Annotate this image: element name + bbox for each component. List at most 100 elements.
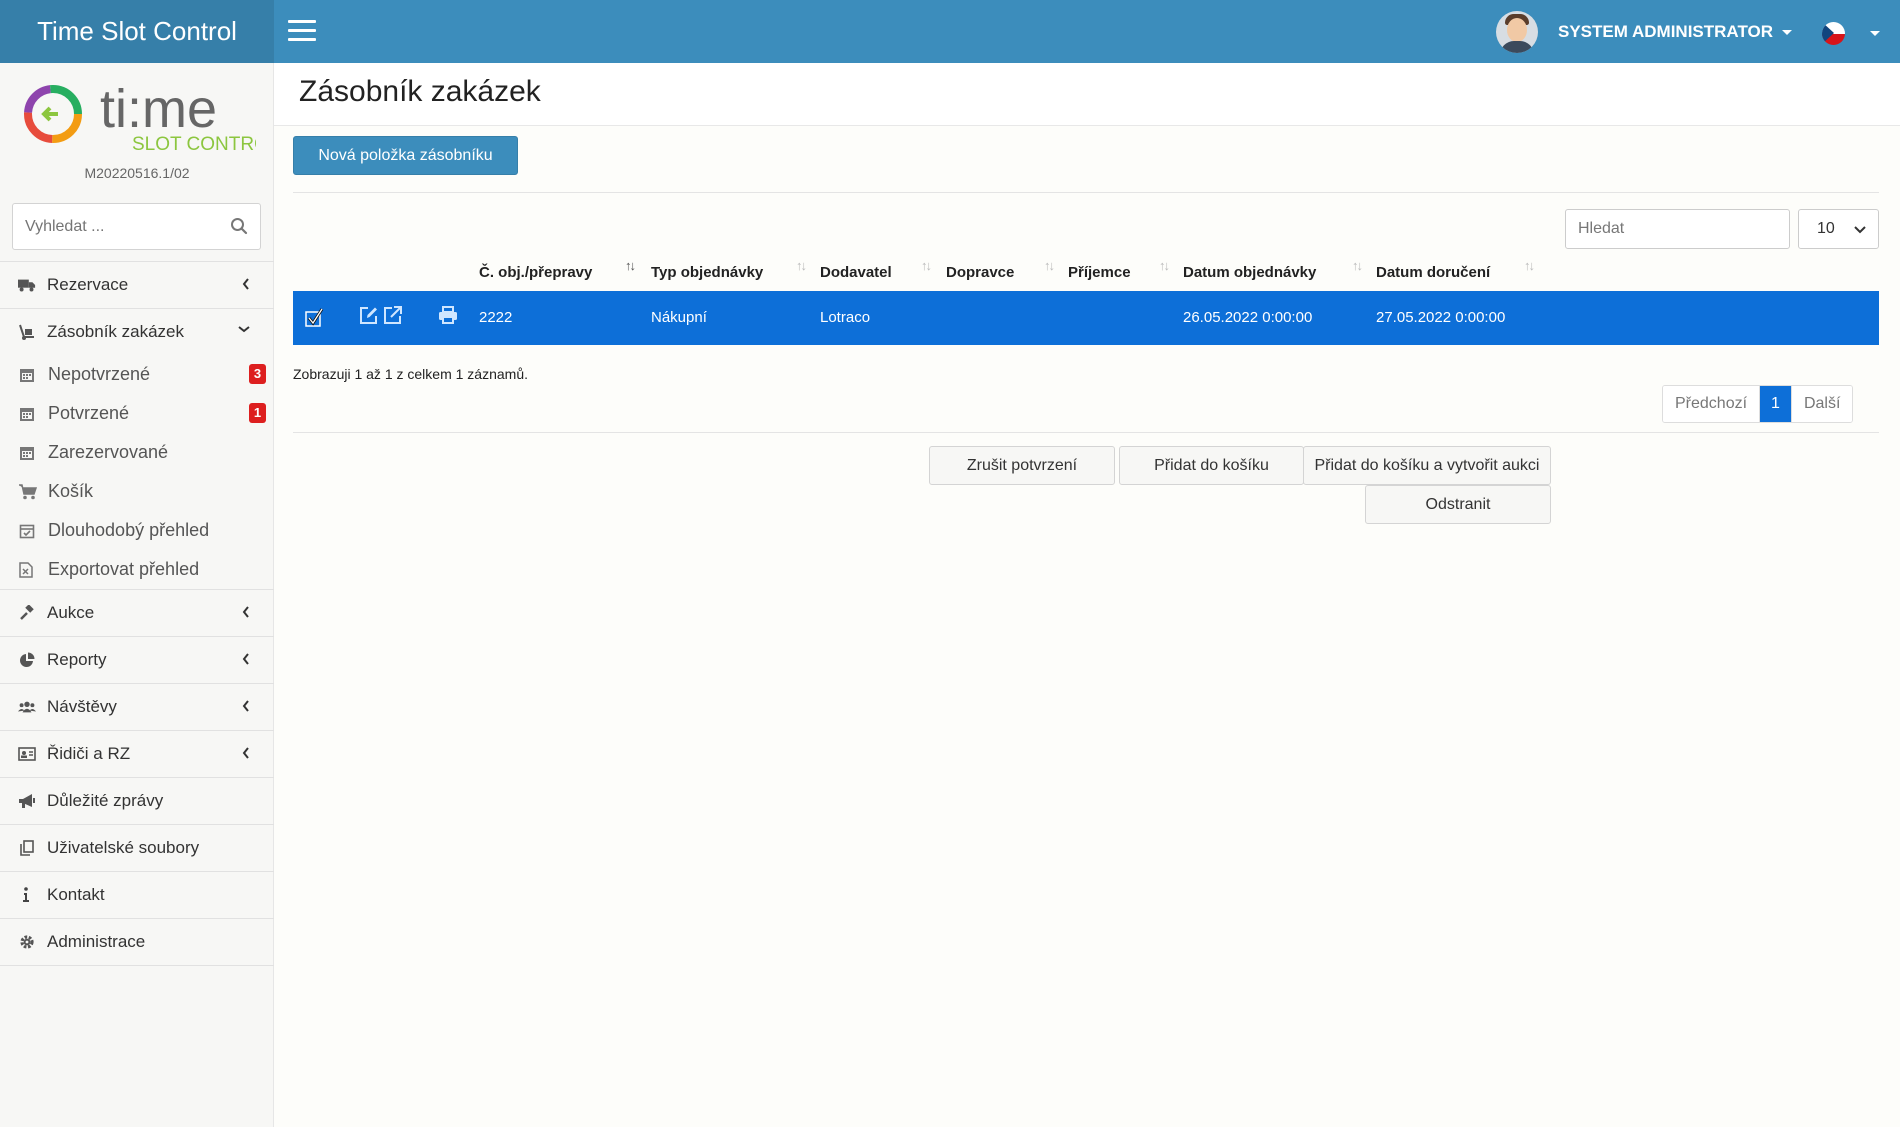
edit-icon[interactable] [359,305,379,325]
divider [293,432,1879,433]
count-badge: 1 [249,403,266,423]
svg-text:SLOT CONTROL: SLOT CONTROL [132,134,256,155]
user-name: SYSTEM ADMINISTRATOR [1558,22,1774,41]
table-search-input[interactable] [1565,209,1790,249]
table-info: Zobrazuji 1 až 1 z celkem 1 záznamů. [293,366,528,382]
page-title: Zásobník zakázek [299,75,541,108]
column-header-order-no[interactable]: Č. obj./přepravy [479,264,592,281]
sidebar-subitem-kosik[interactable]: Košík [0,472,274,511]
sidebar-item-reporty[interactable]: Reporty [0,636,274,683]
sidebar-subitem-label: Dlouhodobý přehled [48,520,210,540]
remove-button[interactable]: Odstranit [1365,485,1551,524]
sidebar-item-label: Administrace [47,932,146,951]
column-header-order-date[interactable]: Datum objednávky [1183,264,1316,281]
sidebar-item-label: Důležité zprávy [47,791,164,810]
time-slot-control-logo: ti:me SLOT CONTROL [24,79,256,155]
sort-icon[interactable]: ↑↓ [796,258,808,274]
caret-down-icon [1782,29,1793,35]
cell-order-date: 26.05.2022 0:00:00 [1183,309,1313,326]
page-size-select[interactable]: 10 [1798,209,1879,249]
chevron-left-icon [242,747,249,759]
sort-icon[interactable]: ↑↓ [1524,258,1536,274]
sort-asc-icon[interactable]: ↑↓ [625,258,637,274]
table-header: Č. obj./přepravy ↑↓ Typ objednávky ↑↓ Do… [293,254,1879,291]
sidebar-subitem-label: Nepotvrzené [48,364,151,384]
main-content: Zásobník zakázek Nová položka zásobníku … [274,63,1900,1127]
cancel-confirmation-button[interactable]: Zrušit potvrzení [929,446,1115,485]
sidebar-item-navstevy[interactable]: Návštěvy [0,683,274,730]
new-item-button[interactable]: Nová položka zásobníku [293,136,518,175]
chevron-left-icon [242,700,249,712]
info-icon [23,887,29,902]
sidebar-item-zasobnik[interactable]: Zásobník zakázek [0,308,274,355]
add-to-cart-button[interactable]: Přidat do košíku [1119,446,1304,485]
top-navbar: Time Slot Control SYSTEM ADMINISTRATOR [0,0,1900,63]
sidebar-subitem-label: Exportovat přehled [48,559,200,579]
sort-icon[interactable]: ↑↓ [1352,258,1364,274]
sidebar-item-label: Zásobník zakázek [47,322,185,341]
count-badge: 3 [249,364,266,384]
sidebar-item-zpravy[interactable]: Důležité zprávy [0,777,274,824]
sidebar-subitem-dlouhodoby[interactable]: Dlouhodobý přehled [0,511,274,550]
pagination: Předchozí 1 Další [1662,385,1854,423]
sidebar-item-ridici[interactable]: Řidiči a RZ [0,730,274,777]
sidebar-item-label: Uživatelské soubory [47,838,200,857]
sidebar-item-kontakt[interactable]: Kontakt [0,871,274,918]
calendar-icon [20,369,34,382]
sort-icon[interactable]: ↑↓ [1044,258,1056,274]
cell-order-no: 2222 [479,309,513,326]
column-header-delivery-date[interactable]: Datum doručení [1376,264,1490,281]
divider [293,192,1879,193]
sidebar-search-input[interactable] [13,204,225,249]
sidebar-search [12,203,261,250]
print-icon[interactable] [438,306,458,324]
sidebar-item-administrace[interactable]: Administrace [0,918,274,966]
avatar [1496,11,1538,53]
sidebar-item-label: Kontakt [47,885,105,904]
sidebar: ti:me SLOT CONTROL M20220516.1/02 Rezerv… [0,63,274,1127]
column-header-carrier[interactable]: Dopravce [946,264,1014,281]
cart-icon [19,484,37,500]
sidebar-subitem-potvrzene[interactable]: Potvrzené 1 [0,394,274,433]
id-card-icon [18,747,36,761]
files-icon [20,840,34,856]
pagination-next[interactable]: Další [1790,386,1853,422]
user-menu[interactable]: SYSTEM ADMINISTRATOR [1496,11,1793,53]
pagination-previous[interactable]: Předchozí [1663,386,1760,422]
pagination-page-current[interactable]: 1 [1759,386,1791,422]
checkbox-checked-icon[interactable] [305,307,325,329]
sidebar-item-soubory[interactable]: Uživatelské soubory [0,824,274,871]
sidebar-item-label: Rezervace [47,275,129,294]
sidebar-item-aukce[interactable]: Aukce [0,589,274,636]
language-caret-icon[interactable] [1870,31,1880,36]
chevron-left-icon [242,606,249,618]
chevron-down-icon [238,326,250,333]
gear-icon [20,935,34,949]
sidebar-item-rezervace[interactable]: Rezervace [0,261,274,308]
sort-icon[interactable]: ↑↓ [921,258,933,274]
external-link-icon[interactable] [383,305,403,325]
sidebar-subitem-zarezervovane[interactable]: Zarezervované [0,433,274,472]
column-header-type[interactable]: Typ objednávky [651,264,763,281]
page-header: Zásobník zakázek [274,63,1900,126]
excel-file-icon [19,562,33,578]
column-header-recipient[interactable]: Příjemce [1068,264,1131,281]
hamburger-menu-icon[interactable] [288,20,316,42]
column-header-supplier[interactable]: Dodavatel [820,264,892,281]
sidebar-subitem-nepotvrzene[interactable]: Nepotvrzené 3 [0,355,274,394]
svg-text:ti:me: ti:me [100,79,217,139]
version-label: M20220516.1/02 [84,165,190,181]
pie-chart-icon [20,652,35,667]
cell-delivery-date: 27.05.2022 0:00:00 [1376,309,1506,326]
app-title[interactable]: Time Slot Control [0,0,274,63]
sort-icon[interactable]: ↑↓ [1159,258,1171,274]
table-row[interactable]: 2222 Nákupní Lotraco 26.05.2022 0:00:00 … [293,291,1879,345]
sidebar-subitem-label: Košík [48,481,94,501]
cell-supplier: Lotraco [820,309,871,326]
sidebar-subitem-export[interactable]: Exportovat přehled [0,550,274,589]
sidebar-menu: Rezervace Zásobník zakázek Nepotvrzené 3… [0,261,274,966]
search-icon[interactable] [230,217,248,235]
chevron-left-icon [242,653,249,665]
czech-flag-icon[interactable] [1822,22,1845,45]
add-to-cart-create-auction-button[interactable]: Přidat do košíku a vytvořit aukci [1303,446,1551,485]
